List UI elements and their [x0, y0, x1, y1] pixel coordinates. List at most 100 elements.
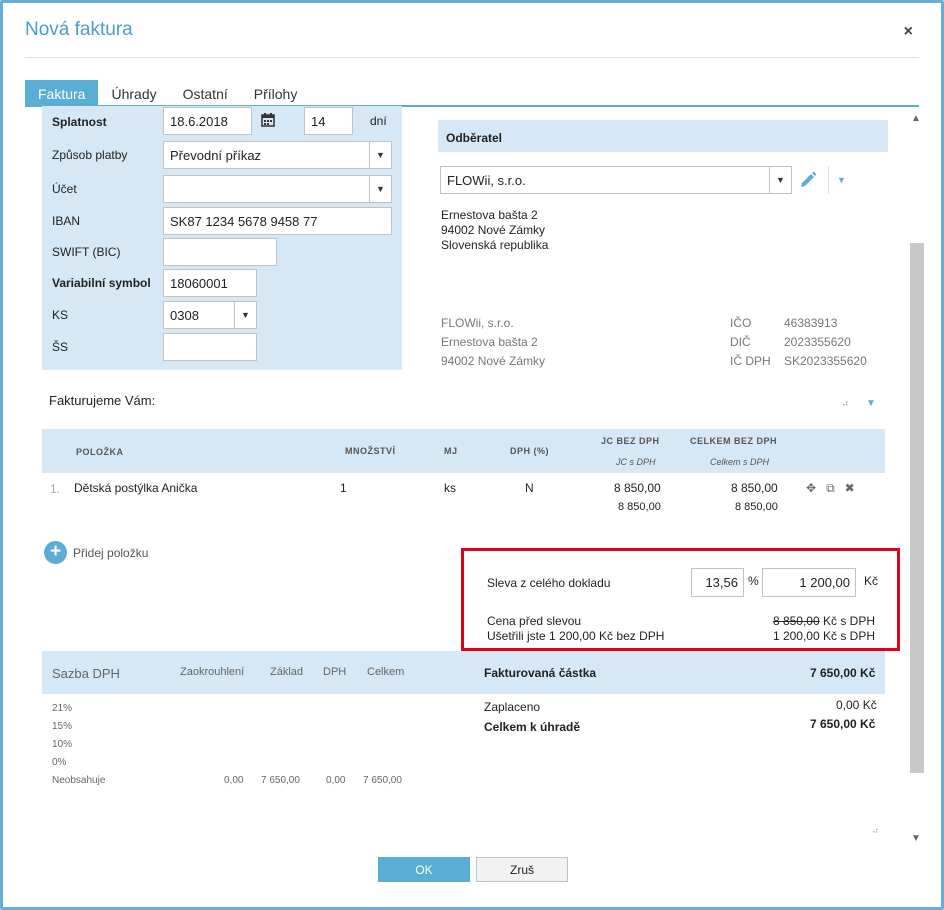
item-unit[interactable]: ks: [444, 481, 456, 495]
swift-label: SWIFT (BIC): [52, 245, 121, 259]
exempt-label: Neobsahuje: [52, 775, 106, 786]
delete-icon[interactable]: ✖: [845, 481, 855, 496]
vat-rate-row: 15%: [52, 721, 73, 732]
tab-ostatni[interactable]: Ostatní: [170, 80, 241, 107]
splatnost-label: Splatnost: [52, 115, 107, 129]
vat-rate-header: Sazba DPH: [52, 666, 120, 681]
move-icon[interactable]: ✥: [806, 481, 816, 496]
payment-method-select[interactable]: Převodní příkaz ▼: [163, 141, 392, 169]
add-item-label: Přidej položku: [73, 545, 149, 560]
col-qty: MNOŽSTVÍ: [345, 446, 396, 456]
due-days-input[interactable]: 14: [304, 107, 353, 135]
item-name[interactable]: Dětská postýlka Anička: [74, 481, 197, 495]
item-unit-price[interactable]: 8 850,00: [614, 481, 661, 495]
exempt-vat: 0,00: [326, 775, 346, 786]
chevron-down-icon[interactable]: ▼: [369, 142, 391, 168]
copy-icon[interactable]: ⧉: [826, 481, 835, 496]
discount-amount-input[interactable]: 1 200,00: [762, 568, 856, 597]
ss-input[interactable]: [163, 333, 257, 361]
customer-address-line: Ernestova bašta 2: [441, 208, 538, 222]
ks-value: 0308: [170, 308, 199, 323]
price-before-amount: 8 850,00: [772, 614, 820, 628]
ok-button[interactable]: OK: [378, 857, 470, 882]
col-vat: DPH (%): [510, 446, 549, 456]
dic-value: 2023355620: [784, 335, 851, 349]
title-divider: [25, 57, 919, 58]
payment-method-label: Způsob platby: [52, 148, 128, 162]
invoiced-label: Fakturovaná částka: [484, 666, 597, 680]
pencil-icon[interactable]: [798, 170, 818, 190]
chevron-down-icon[interactable]: ▼: [369, 176, 391, 202]
customer-value: FLOWii, s.r.o.: [447, 173, 526, 188]
icdph-label: IČ DPH: [730, 354, 771, 368]
due-date-input[interactable]: 18.6.2018: [163, 107, 252, 135]
days-unit-label: dní: [370, 114, 387, 128]
close-icon[interactable]: ×: [904, 23, 913, 41]
resize-grip-icon[interactable]: ⠴: [842, 398, 849, 409]
scroll-up-icon[interactable]: ▲: [911, 113, 921, 124]
scroll-thumb[interactable]: [910, 243, 924, 773]
discount-label: Sleva z celého dokladu: [487, 576, 611, 590]
col-unit: MJ: [444, 446, 458, 456]
customer-select[interactable]: FLOWii, s.r.o. ▼: [440, 166, 792, 194]
ks-select[interactable]: 0308 ▼: [163, 301, 257, 329]
cancel-button[interactable]: Zruš: [476, 857, 568, 882]
due-value: 7 650,00 Kč: [810, 717, 876, 731]
col-total-vat: Celkem s DPH: [710, 457, 770, 467]
dialog-buttons: OK Zruš: [378, 857, 568, 882]
price-before-label: Cena před slevou: [487, 614, 582, 628]
add-item-button[interactable]: + Přidej položku: [44, 541, 148, 564]
vs-label: Variabilní symbol: [52, 276, 151, 290]
item-vat[interactable]: N: [525, 481, 534, 495]
price-before-value: 8 850,00 Kč s DPH: [773, 614, 875, 628]
saved-label: Ušetřili jste 1 200,00 Kč bez DPH: [487, 629, 665, 643]
vat-summary-header: [42, 651, 885, 694]
invoiced-value: 7 650,00 Kč: [810, 666, 876, 680]
customer-address-line: 94002 Nové Zámky: [441, 223, 546, 237]
account-select[interactable]: ▼: [163, 175, 392, 203]
iban-input[interactable]: SK87 1234 5678 9458 77: [163, 207, 392, 235]
price-before-suffix: Kč s DPH: [819, 614, 875, 628]
item-total: 8 850,00: [731, 481, 778, 495]
tab-prilohy[interactable]: Přílohy: [241, 80, 311, 107]
resize-grip-icon[interactable]: ⠴: [872, 825, 879, 836]
col-item: POLOŽKA: [76, 447, 124, 457]
supplier-line: Ernestova bašta 2: [441, 335, 538, 349]
dialog-title: Nová faktura: [25, 19, 133, 40]
total-header: Celkem: [367, 666, 405, 678]
chevron-down-icon[interactable]: ▼: [769, 167, 791, 193]
tab-faktura[interactable]: Faktura: [25, 80, 99, 107]
tab-uhrady[interactable]: Úhrady: [98, 80, 169, 107]
payment-method-value: Převodní příkaz: [170, 148, 262, 163]
paid-value: 0,00 Kč: [836, 698, 877, 712]
calendar-icon[interactable]: [261, 113, 275, 127]
swift-input[interactable]: [163, 238, 277, 266]
discount-percent-input[interactable]: 13,56: [691, 568, 744, 597]
item-qty[interactable]: 1: [340, 481, 347, 495]
due-label: Celkem k úhradě: [484, 720, 581, 734]
chevron-down-icon[interactable]: ▼: [866, 398, 876, 409]
tab-bar: Faktura Úhrady Ostatní Přílohy: [25, 80, 919, 107]
vat-rate-row: 10%: [52, 739, 73, 750]
discount-box: Sleva z celého dokladu 13,56 % 1 200,00 …: [461, 548, 900, 651]
vs-input[interactable]: 18060001: [163, 269, 257, 297]
col-unit-price: JC BEZ DPH: [601, 436, 660, 446]
scroll-down-icon[interactable]: ▼: [911, 833, 921, 844]
plus-icon: +: [44, 541, 67, 564]
icdph-value: SK2023355620: [784, 354, 867, 368]
ico-label: IČO: [730, 316, 752, 330]
ico-value: 46383913: [784, 316, 838, 330]
items-intro: Fakturujeme Vám:: [49, 393, 156, 408]
exempt-rounding: 0,00: [224, 775, 244, 786]
account-label: Účet: [52, 182, 77, 196]
item-unit-price-vat: 8 850,00: [618, 501, 661, 513]
paid-label: Zaplaceno: [484, 700, 541, 714]
customer-more-icon[interactable]: ▼: [828, 166, 854, 194]
base-header: Základ: [270, 666, 304, 678]
supplier-line: FLOWii, s.r.o.: [441, 316, 514, 330]
vertical-scrollbar[interactable]: ▲ ▼: [908, 109, 924, 851]
chevron-down-icon[interactable]: ▼: [234, 302, 256, 328]
item-total-vat: 8 850,00: [735, 501, 778, 513]
exempt-total: 7 650,00: [363, 775, 402, 786]
iban-label: IBAN: [52, 214, 81, 228]
